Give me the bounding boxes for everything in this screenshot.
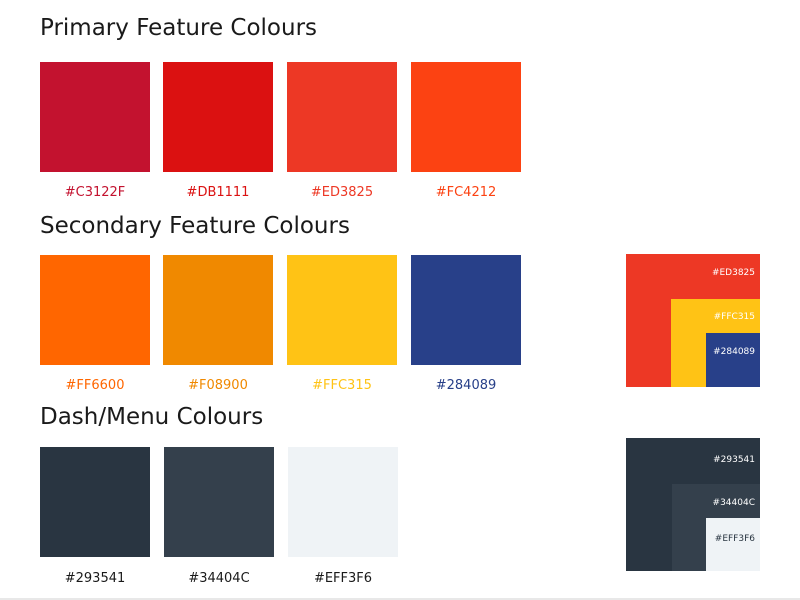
- primary-swatch-4: [411, 62, 521, 172]
- primary-swatch-2: [163, 62, 273, 172]
- secondary-swatch-3-label: #FFC315: [312, 378, 372, 393]
- secondary-swatch-2-label: #F08900: [188, 378, 248, 393]
- feature-stack-layer-3: [706, 333, 760, 387]
- secondary-swatch-1: [40, 255, 150, 365]
- primary-swatch-1-label: #C3122F: [64, 185, 126, 200]
- dash-stack-label-3: #EFF3F6: [714, 534, 755, 544]
- dash-swatch-1: [40, 447, 150, 557]
- dash-swatch-2: [164, 447, 274, 557]
- primary-section-title: Primary Feature Colours: [40, 15, 318, 41]
- secondary-swatch-4: [411, 255, 521, 365]
- dash-colour-stack: #293541 #34404C #EFF3F6: [626, 438, 760, 571]
- feature-stack-label-3: #284089: [713, 347, 755, 357]
- secondary-swatch-3: [287, 255, 397, 365]
- dash-stack-label-2: #34404C: [712, 498, 755, 508]
- dash-swatch-3: [288, 447, 398, 557]
- secondary-swatch-2: [163, 255, 273, 365]
- primary-swatch-1: [40, 62, 150, 172]
- dash-stack-label-1: #293541: [713, 455, 755, 465]
- feature-colour-stack: #ED3825 #FFC315 #284089: [626, 254, 760, 387]
- primary-swatch-4-label: #FC4212: [435, 185, 497, 200]
- secondary-section-title: Secondary Feature Colours: [40, 213, 350, 239]
- dash-section-title: Dash/Menu Colours: [40, 404, 264, 430]
- feature-stack-label-1: #ED3825: [711, 268, 755, 278]
- dash-swatch-3-label: #EFF3F6: [313, 571, 373, 586]
- secondary-swatch-4-label: #284089: [435, 378, 497, 393]
- dash-stack-layer-3: [706, 518, 760, 571]
- primary-swatch-3-label: #ED3825: [310, 185, 374, 200]
- dash-swatch-1-label: #293541: [64, 571, 126, 586]
- secondary-swatch-1-label: #FF6600: [65, 378, 125, 393]
- dash-swatch-2-label: #34404C: [188, 571, 250, 586]
- feature-stack-label-2: #FFC315: [713, 312, 755, 322]
- primary-swatch-3: [287, 62, 397, 172]
- primary-swatch-2-label: #DB1111: [186, 185, 250, 200]
